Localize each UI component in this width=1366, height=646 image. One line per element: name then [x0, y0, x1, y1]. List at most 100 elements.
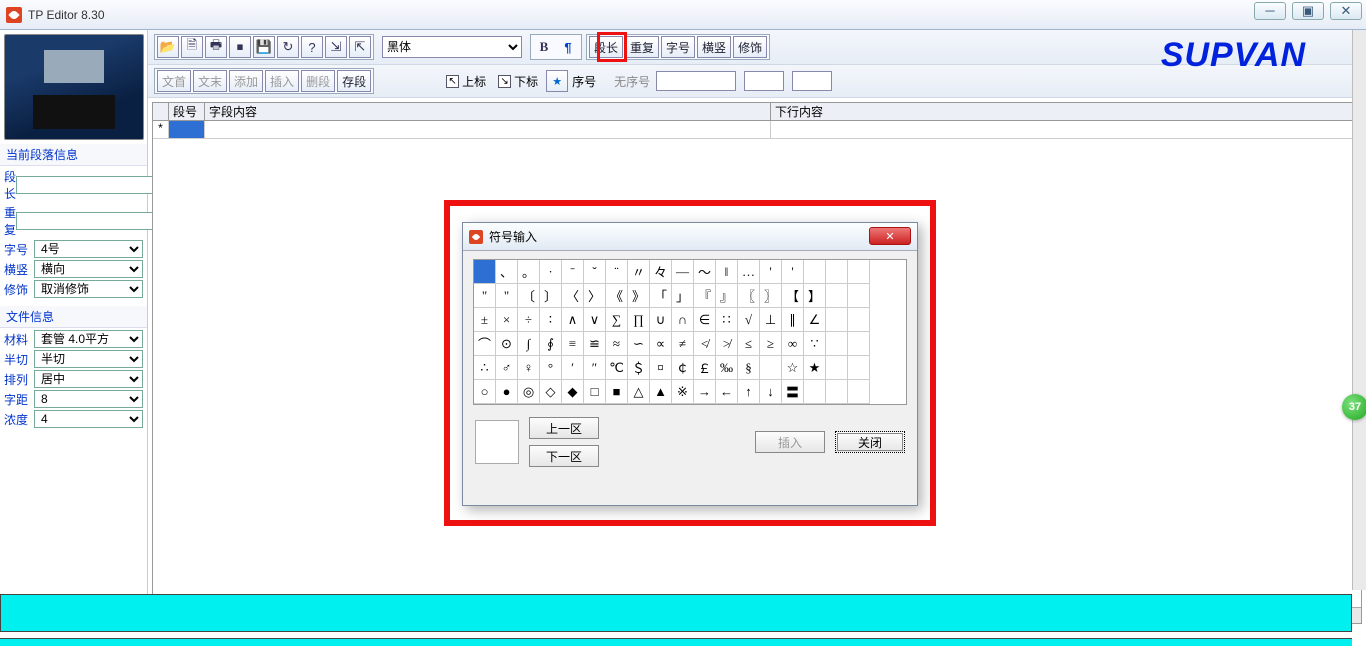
symbol-cell[interactable]: ° [540, 356, 562, 380]
orient-select[interactable]: 横向 [34, 260, 143, 278]
symbol-cell[interactable]: ' [760, 260, 782, 284]
symbol-cell[interactable]: 〗 [760, 284, 782, 308]
symbol-cell[interactable] [826, 308, 848, 332]
symbol-cell[interactable] [848, 380, 870, 404]
symbol-cell[interactable]: 。 [518, 260, 540, 284]
side-badge[interactable]: 37 [1342, 394, 1366, 420]
symbol-cell[interactable]: ∷ [716, 308, 738, 332]
symbol-cell[interactable]: ≌ [584, 332, 606, 356]
symbol-cell[interactable]: ∧ [562, 308, 584, 332]
symbol-cell[interactable]: ∮ [540, 332, 562, 356]
new-icon[interactable]: 🗎 [181, 36, 203, 58]
symbol-cell[interactable]: ∠ [804, 308, 826, 332]
symbol-cell[interactable]: 》 [628, 284, 650, 308]
symbol-cell[interactable]: × [496, 308, 518, 332]
size-select[interactable]: 4号 [34, 240, 143, 258]
symbol-cell[interactable]: ≈ [606, 332, 628, 356]
symbol-cell[interactable]: ∝ [650, 332, 672, 356]
symbol-cell[interactable]: ∽ [628, 332, 650, 356]
delete-button[interactable]: 删段 [301, 70, 335, 92]
prev-page-button[interactable]: 上一区 [529, 417, 599, 439]
density-select[interactable]: 4 [34, 410, 143, 428]
seq-field-3[interactable] [792, 71, 832, 91]
symbol-cell[interactable]: ' [782, 260, 804, 284]
symbol-cell[interactable]: ♂ [496, 356, 518, 380]
symbol-cell[interactable]: ～ [694, 260, 716, 284]
symbol-cell[interactable]: ∈ [694, 308, 716, 332]
symbol-cell[interactable]: ∵ [804, 332, 826, 356]
next-page-button[interactable]: 下一区 [529, 445, 599, 467]
orient-button[interactable]: 横竖 [697, 36, 731, 58]
symbol-cell[interactable]: ⊥ [760, 308, 782, 332]
dialog-close-button[interactable]: ✕ [869, 227, 911, 245]
symbol-cell[interactable]: § [738, 356, 760, 380]
symbol-cell[interactable] [848, 260, 870, 284]
decor-select[interactable]: 取消修饰 [34, 280, 143, 298]
symbol-cell[interactable]: ∏ [628, 308, 650, 332]
symbol-cell[interactable]: ∩ [672, 308, 694, 332]
symbol-cell[interactable]: → [694, 380, 716, 404]
refresh-icon[interactable]: ↻ [277, 36, 299, 58]
maximize-button[interactable]: ▣ [1292, 2, 1324, 20]
pitch-select[interactable]: 8 [34, 390, 143, 408]
pilcrow-button[interactable]: ¶ [557, 36, 579, 58]
symbol-cell[interactable] [826, 356, 848, 380]
seglen-button[interactable]: 段长 [589, 36, 623, 58]
home-button[interactable]: 文首 [157, 70, 191, 92]
col-field[interactable]: 字段内容 [205, 103, 771, 120]
help-icon[interactable]: ? [301, 36, 323, 58]
col-seg[interactable]: 段号 [169, 103, 205, 120]
vertical-scrollbar[interactable] [1352, 30, 1366, 590]
end-button[interactable]: 文末 [193, 70, 227, 92]
symbol-cell[interactable] [826, 260, 848, 284]
symbol-cell[interactable]: ☆ [782, 356, 804, 380]
symbol-cell[interactable]: ▲ [650, 380, 672, 404]
symbol-cell[interactable]: ∨ [584, 308, 606, 332]
symbol-cell[interactable]: ⊙ [496, 332, 518, 356]
symbol-cell[interactable]: □ [584, 380, 606, 404]
seq-field-2[interactable] [744, 71, 784, 91]
symbol-cell[interactable]: 【 [782, 284, 804, 308]
symbol-cell[interactable]: 《 [606, 284, 628, 308]
symbol-cell[interactable]: ≡ [562, 332, 584, 356]
symbol-cell[interactable]: ˉ [562, 260, 584, 284]
col-next[interactable]: 下行内容 [771, 103, 1361, 120]
symbol-cell[interactable]: ± [474, 308, 496, 332]
symbol-cell[interactable]: — [672, 260, 694, 284]
symbol-cell[interactable]: ¤ [650, 356, 672, 380]
symbol-cell[interactable]: 』 [716, 284, 738, 308]
superscript-checkbox[interactable]: ↖上标 [446, 73, 486, 90]
symbol-cell[interactable]: 】 [804, 284, 826, 308]
dialog-close-btn[interactable]: 关闭 [835, 431, 905, 453]
export-icon[interactable]: ⇲ [325, 36, 347, 58]
symbol-cell[interactable]: ◆ [562, 380, 584, 404]
symbol-cell[interactable]: ○ [474, 380, 496, 404]
symbol-cell[interactable]: ♀ [518, 356, 540, 380]
symbol-cell[interactable] [826, 332, 848, 356]
symbol-cell[interactable] [848, 332, 870, 356]
symbol-cell[interactable]: ◎ [518, 380, 540, 404]
symbol-cell[interactable]: ≠ [672, 332, 694, 356]
symbol-cell[interactable]: " [474, 284, 496, 308]
symbol-cell[interactable]: · [540, 260, 562, 284]
symbol-cell[interactable]: ∥ [782, 308, 804, 332]
symbol-cell[interactable]: 〕 [540, 284, 562, 308]
add-button[interactable]: 添加 [229, 70, 263, 92]
symbol-cell[interactable]: ∫ [518, 332, 540, 356]
symbol-cell[interactable]: " [496, 284, 518, 308]
symbol-cell[interactable]: ￠ [672, 356, 694, 380]
symbol-cell[interactable]: ※ [672, 380, 694, 404]
symbol-cell[interactable]: 〈 [562, 284, 584, 308]
symbol-cell[interactable]: ★ [804, 356, 826, 380]
subscript-checkbox[interactable]: ↘下标 [498, 73, 538, 90]
symbol-cell[interactable]: 」 [672, 284, 694, 308]
symbol-cell[interactable]: 『 [694, 284, 716, 308]
symbol-cell[interactable]: ◇ [540, 380, 562, 404]
symbol-cell[interactable] [826, 284, 848, 308]
symbol-cell[interactable]: ∪ [650, 308, 672, 332]
font-select[interactable]: 黑体 [382, 36, 522, 58]
symbol-cell[interactable]: ⌒ [474, 332, 496, 356]
symbol-cell[interactable]: 〉 [584, 284, 606, 308]
symbol-cell[interactable]: 「 [650, 284, 672, 308]
repeat-button[interactable]: 重复 [625, 36, 659, 58]
